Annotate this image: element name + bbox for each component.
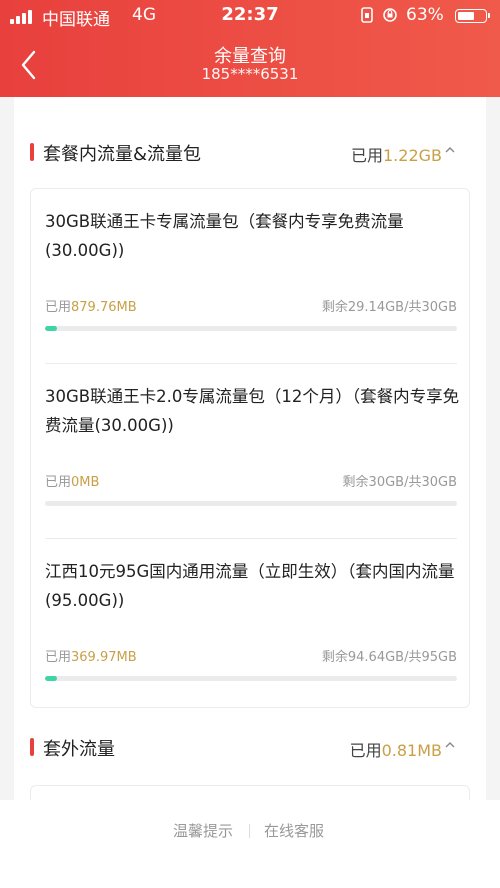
screen-lock-icon <box>361 7 373 23</box>
chevron-up-icon[interactable] <box>444 144 456 156</box>
package-name: 30GB联通王卡2.0专属流量包（12个月）（套餐内专享免费流量(30.00G)… <box>45 387 460 435</box>
package-remaining: 剩余30GB/共30GB <box>342 475 457 490</box>
status-bar: 中国联通 4G 22:37 63% <box>0 0 500 32</box>
section-used-total: 已用1.22GB <box>350 146 442 165</box>
section-title: 套外流量 <box>43 739 115 760</box>
section-used-value: 0.81MB <box>381 741 442 760</box>
package-name: 30GB联通王卡专属流量包（套餐内专享免费流量(30.00G)) <box>45 212 404 260</box>
data-package-item: 30GB联通王卡专属流量包（套餐内专享免费流量(30.00G)) 已用879.7… <box>45 189 457 364</box>
battery-icon <box>455 9 490 23</box>
divider <box>249 824 250 838</box>
usage-progress-bar <box>45 326 457 331</box>
package-used: 已用369.97MB <box>45 650 137 665</box>
package-used-value: 879.76MB <box>71 300 137 315</box>
chevron-up-icon[interactable] <box>444 739 456 751</box>
package-used-value: 0MB <box>71 475 100 490</box>
usage-progress-fill <box>45 676 57 681</box>
usage-progress-fill <box>45 326 57 331</box>
section-accent-bar <box>30 143 34 161</box>
usage-progress-bar <box>45 501 457 506</box>
rotation-lock-icon <box>383 8 397 22</box>
section-accent-bar <box>30 738 34 756</box>
bottom-bar: 温馨提示 在线客服 <box>0 800 500 888</box>
battery-percentage: 63% <box>406 5 444 25</box>
package-remaining: 剩余94.64GB/共95GB <box>321 650 457 665</box>
section-used-total: 已用0.81MB <box>349 741 442 760</box>
package-remaining: 剩余29.14GB/共30GB <box>321 300 457 315</box>
section-title: 套餐内流量&流量包 <box>43 144 202 165</box>
data-package-item: 30GB联通王卡2.0专属流量包（12个月）（套餐内专享免费流量(30.00G)… <box>45 364 459 539</box>
app-header: 中国联通 4G 22:37 63% 余量查询 185****6531 <box>0 0 500 97</box>
package-name: 江西10元95G国内通用流量（立即生效）（套内国内流量(95.00G)) <box>45 562 455 610</box>
section-used-value: 1.22GB <box>383 146 442 165</box>
battery-level-fill <box>458 12 475 20</box>
usage-progress-bar <box>45 676 457 681</box>
data-package-list: 30GB联通王卡专属流量包（套餐内专享免费流量(30.00G)) 已用879.7… <box>30 188 470 708</box>
data-package-item: 江西10元95G国内通用流量（立即生效）（套内国内流量(95.00G)) 已用3… <box>45 539 457 714</box>
package-used: 已用0MB <box>45 475 100 490</box>
package-used: 已用879.76MB <box>45 300 137 315</box>
section-header-out-of-plan-data[interactable]: 套外流量 已用0.81MB <box>14 725 486 771</box>
tips-link[interactable]: 温馨提示 <box>173 820 233 841</box>
package-used-value: 369.97MB <box>71 650 137 665</box>
balance-panel: 套餐内流量&流量包 已用1.22GB 30GB联通王卡专属流量包（套餐内专享免费… <box>14 97 486 825</box>
online-service-link[interactable]: 在线客服 <box>264 820 324 841</box>
phone-number: 185****6531 <box>201 65 299 83</box>
section-header-in-plan-data[interactable]: 套餐内流量&流量包 已用1.22GB <box>14 130 486 176</box>
